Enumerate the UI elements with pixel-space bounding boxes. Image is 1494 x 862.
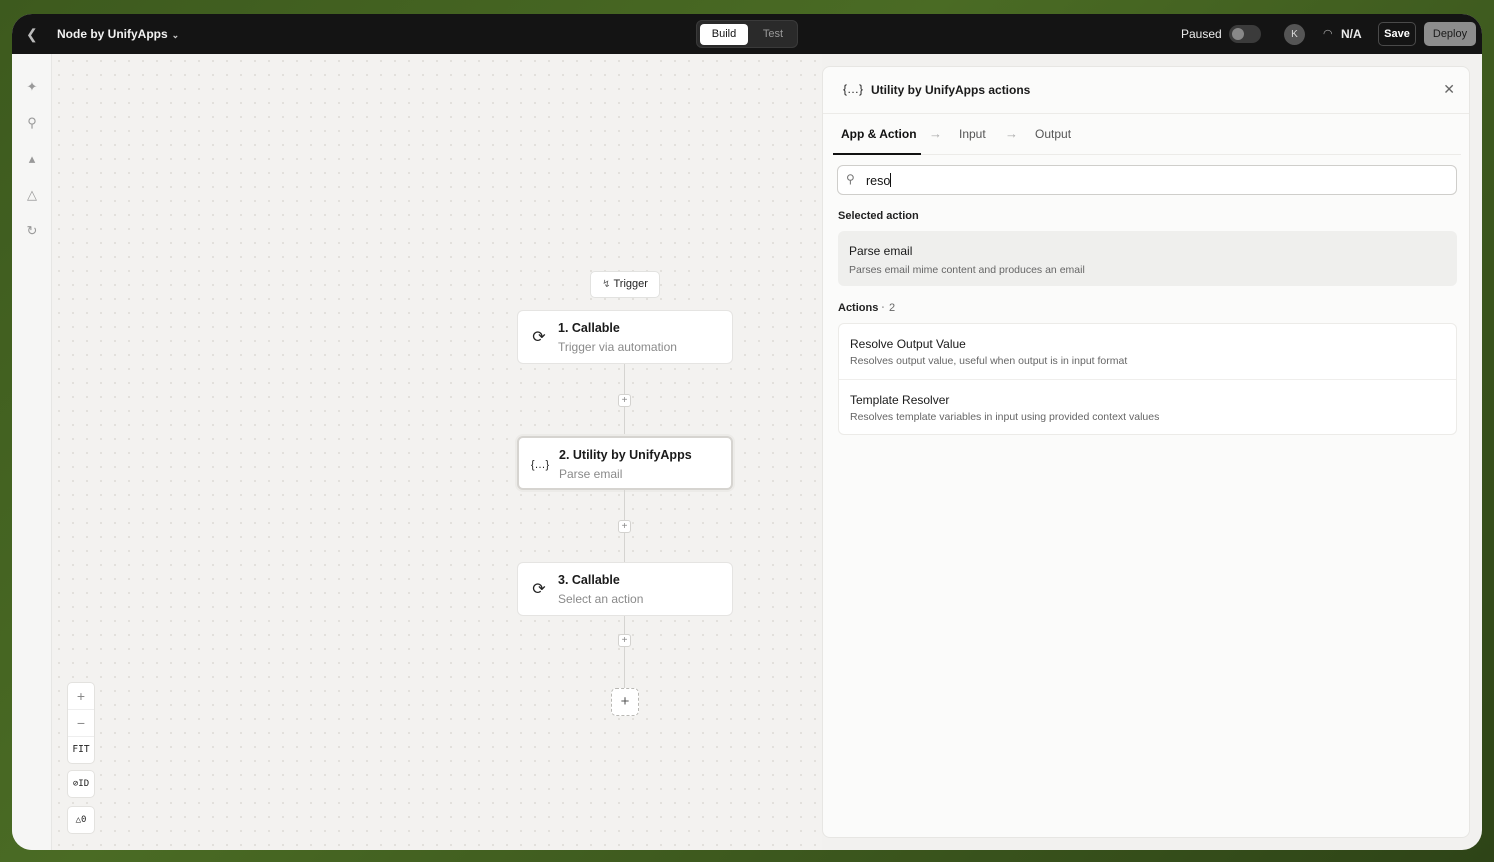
tab-input[interactable]: Input	[959, 127, 986, 141]
warnings-button[interactable]: △0	[67, 806, 95, 834]
status-label: Paused	[1181, 27, 1222, 41]
back-arrow-icon[interactable]: ❮	[26, 25, 42, 43]
action-title: Resolve Output Value	[850, 337, 966, 351]
avatar[interactable]: K	[1284, 24, 1305, 45]
actions-count: 2	[889, 302, 896, 314]
add-step-button[interactable]: +	[618, 394, 631, 407]
workflow-node-3[interactable]: ⟳ 3. Callable Select an action	[517, 562, 733, 616]
zoom-controls: + − FIT	[67, 682, 95, 764]
warning-triangle-icon[interactable]: △	[23, 186, 41, 204]
action-title: Template Resolver	[850, 393, 950, 407]
warnings-count: 0	[81, 815, 87, 825]
selected-action-heading: Selected action	[838, 210, 919, 222]
connector-line	[624, 616, 625, 688]
trigger-label: Trigger	[613, 278, 648, 290]
workflow-canvas[interactable]: ↯ Trigger ⟳ 1. Callable Trigger via autom…	[52, 54, 822, 850]
action-panel: {…} Utility by UnifyApps actions ✕ App &…	[822, 66, 1470, 838]
panel-title: Utility by UnifyApps actions	[871, 83, 1031, 97]
node-subtitle: Parse email	[559, 467, 623, 481]
actions-heading: Actions · 2	[838, 302, 896, 314]
workflow-name-dropdown[interactable]: Node by UnifyApps ⌄	[57, 27, 179, 41]
zoom-out-button[interactable]: −	[68, 710, 94, 736]
mode-switcher: Build Test	[696, 20, 798, 48]
list-item[interactable]: Template Resolver Resolves template vari…	[839, 380, 1456, 436]
sync-icon: ⟳	[532, 329, 546, 346]
id-toggle-label: ID	[78, 779, 90, 789]
arrow-right-icon: →	[1005, 126, 1018, 141]
panel-header: {…} Utility by UnifyApps actions ✕	[823, 67, 1469, 114]
add-step-button[interactable]: +	[618, 634, 631, 647]
chevron-down-icon: ⌄	[171, 30, 180, 40]
add-step-button[interactable]: +	[618, 520, 631, 533]
fit-button[interactable]: FIT	[68, 737, 94, 763]
active-tab-indicator	[833, 153, 921, 155]
gauge-icon: ◠	[1323, 28, 1333, 40]
tab-app-action[interactable]: App & Action	[841, 127, 917, 141]
history-icon[interactable]: ↻	[23, 222, 41, 240]
graduation-cap-icon[interactable]: ▴	[23, 150, 41, 168]
action-search-input[interactable]: ⚲ reso	[837, 165, 1457, 195]
zoom-in-button[interactable]: +	[68, 683, 94, 709]
app-window: ❮ Node by UnifyApps ⌄ Build Test Paused K…	[12, 14, 1482, 850]
panel-tabs: App & Action → Input → Output	[833, 115, 1461, 155]
lightning-icon: ↯	[602, 279, 611, 290]
pause-toggle[interactable]	[1229, 25, 1261, 43]
metric-value: N/A	[1341, 27, 1362, 41]
action-description: Resolves template variables in input usi…	[850, 411, 1160, 423]
braces-icon: {…}	[843, 82, 864, 96]
workflow-node-1[interactable]: ⟳ 1. Callable Trigger via automation	[517, 310, 733, 364]
action-title: Parse email	[849, 244, 913, 258]
list-item[interactable]: Resolve Output Value Resolves output val…	[839, 324, 1456, 380]
tab-build[interactable]: Build	[700, 24, 748, 45]
sync-icon: ⟳	[532, 581, 546, 598]
tab-test[interactable]: Test	[751, 24, 795, 45]
node-title: 2. Utility by UnifyApps	[559, 448, 692, 462]
left-rail: ✦ ⚲ ▴ △ ↻	[12, 54, 52, 850]
braces-icon: {…}	[530, 459, 550, 471]
node-subtitle: Trigger via automation	[558, 340, 677, 354]
action-description: Parses email mime content and produces a…	[849, 264, 1085, 276]
action-description: Resolves output value, useful when outpu…	[850, 355, 1128, 367]
workflow-name: Node by UnifyApps	[57, 27, 168, 41]
toggle-knob	[1232, 28, 1244, 40]
arrow-right-icon: →	[929, 126, 942, 141]
workflow-node-2[interactable]: {…} 2. Utility by UnifyApps Parse email	[517, 436, 733, 490]
top-bar: ❮ Node by UnifyApps ⌄ Build Test Paused K…	[12, 14, 1482, 54]
deploy-button[interactable]: Deploy	[1424, 22, 1476, 46]
id-toggle-button[interactable]: ⊘ID	[67, 770, 95, 798]
close-icon[interactable]: ✕	[1443, 81, 1455, 98]
node-subtitle: Select an action	[558, 592, 644, 606]
search-value: reso	[866, 173, 892, 188]
actions-list: Resolve Output Value Resolves output val…	[838, 323, 1457, 435]
trigger-pill[interactable]: ↯ Trigger	[590, 271, 660, 298]
tab-output[interactable]: Output	[1035, 127, 1071, 141]
node-title: 3. Callable	[558, 573, 620, 587]
add-final-step-button[interactable]: +	[611, 688, 639, 716]
save-button[interactable]: Save	[1378, 22, 1416, 46]
search-icon: ⚲	[846, 172, 855, 186]
sparkle-badge-icon[interactable]: ✦	[23, 78, 41, 96]
selected-action-card[interactable]: Parse email Parses email mime content an…	[838, 231, 1457, 286]
node-title: 1. Callable	[558, 321, 620, 335]
search-icon[interactable]: ⚲	[23, 114, 41, 132]
